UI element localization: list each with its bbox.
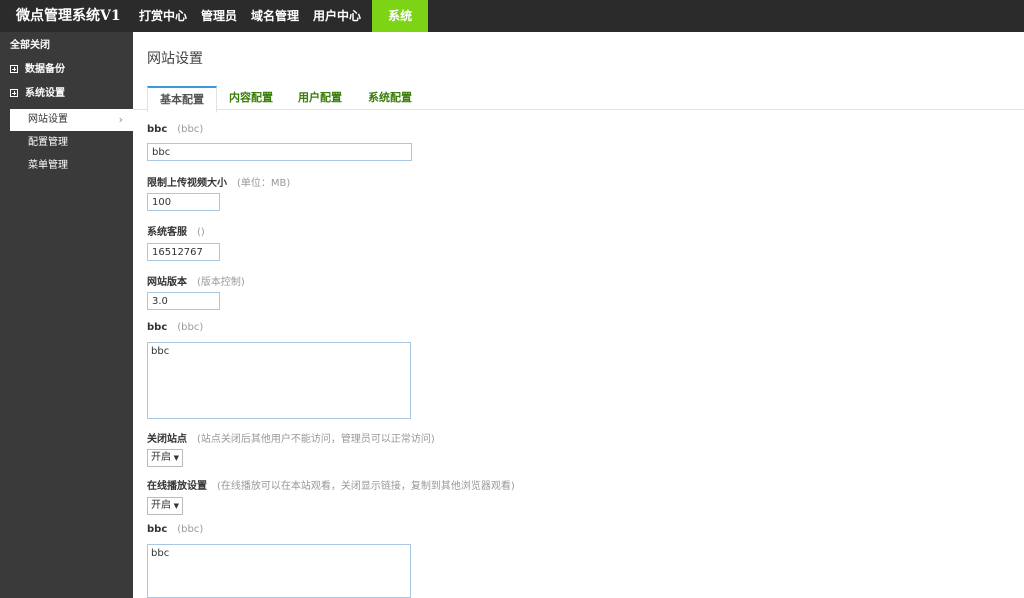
top-nav: 打赏中心 管理员 域名管理 用户中心 系统 bbox=[132, 0, 429, 32]
caret-down-icon: ▼ bbox=[173, 454, 179, 462]
online-play-select[interactable]: 开启 ▼ bbox=[147, 497, 183, 515]
bbc-input[interactable] bbox=[147, 143, 412, 161]
label-hint: (版本控制) bbox=[197, 277, 245, 288]
brand-title: 微点管理系统V1 bbox=[16, 8, 121, 24]
label-text: 限制上传视频大小 bbox=[147, 178, 227, 189]
sidebar-group-system-settings[interactable]: 系统设置 bbox=[0, 83, 133, 105]
label-hint: (bbc) bbox=[177, 124, 204, 135]
close-site-select[interactable]: 开启 ▼ bbox=[147, 449, 183, 467]
sidebar-group-label: 系统设置 bbox=[25, 88, 65, 99]
nav-item-reward-center[interactable]: 打赏中心 bbox=[132, 0, 194, 32]
label-hint: () bbox=[197, 227, 205, 238]
site-version-input[interactable] bbox=[147, 292, 220, 310]
field-label-upload-limit: 限制上传视频大小 (单位：MB) bbox=[147, 174, 290, 189]
label-text: bbc bbox=[147, 322, 168, 333]
label-hint: (单位：MB) bbox=[237, 178, 291, 189]
select-value: 开启 bbox=[151, 500, 171, 511]
label-text: bbc bbox=[147, 524, 168, 535]
sidebar-collapse-all[interactable]: 全部关闭 bbox=[0, 35, 133, 57]
page-title: 网站设置 bbox=[147, 51, 203, 67]
sidebar-item-menu-manage[interactable]: 菜单管理 bbox=[10, 155, 133, 177]
sidebar-group-label: 数据备份 bbox=[25, 64, 65, 75]
bbc-textarea[interactable]: bbc bbox=[147, 342, 411, 419]
nav-item-domain[interactable]: 域名管理 bbox=[244, 0, 306, 32]
tab-basic-config[interactable]: 基本配置 bbox=[147, 86, 217, 113]
label-text: 网站版本 bbox=[147, 277, 187, 288]
bbc-textarea-2[interactable]: bbc bbox=[147, 544, 411, 598]
top-bar: 微点管理系统V1 打赏中心 管理员 域名管理 用户中心 系统 bbox=[0, 0, 1024, 32]
customer-service-input[interactable] bbox=[147, 243, 220, 261]
tab-system-config[interactable]: 系统配置 bbox=[356, 86, 424, 110]
chevron-right-icon: › bbox=[118, 113, 123, 126]
caret-down-icon: ▼ bbox=[173, 502, 179, 510]
label-hint: (bbc) bbox=[177, 322, 204, 333]
sidebar-item-label: 菜单管理 bbox=[28, 160, 68, 171]
sidebar-item-site-settings[interactable]: 网站设置 › bbox=[10, 109, 133, 131]
sidebar: 全部关闭 数据备份 系统设置 网站设置 › 配置管理 菜单管理 bbox=[0, 32, 133, 598]
label-text: 在线播放设置 bbox=[147, 481, 207, 492]
nav-item-user-center[interactable]: 用户中心 bbox=[306, 0, 368, 32]
field-label-close-site: 关闭站点 (站点关闭后其他用户不能访问，管理员可以正常访问) bbox=[147, 430, 435, 445]
nav-item-system[interactable]: 系统 bbox=[372, 0, 429, 32]
field-label-online-play: 在线播放设置 (在线播放可以在本站观看，关闭显示链接，复制到其他浏览器观看) bbox=[147, 477, 515, 492]
label-text: 系统客服 bbox=[147, 227, 187, 238]
label-hint: (在线播放可以在本站观看，关闭显示链接，复制到其他浏览器观看) bbox=[217, 481, 515, 492]
sidebar-item-config-manage[interactable]: 配置管理 bbox=[10, 132, 133, 154]
expand-icon bbox=[10, 65, 18, 73]
field-label-bbc: bbc (bbc) bbox=[147, 124, 203, 135]
label-hint: (bbc) bbox=[177, 524, 204, 535]
main-content: 网站设置 基本配置 内容配置 用户配置 系统配置 bbc (bbc) 限制上传视频… bbox=[133, 32, 1024, 598]
expand-icon bbox=[10, 89, 18, 97]
tab-user-config[interactable]: 用户配置 bbox=[286, 86, 354, 110]
label-text: bbc bbox=[147, 124, 168, 135]
tab-content-config[interactable]: 内容配置 bbox=[217, 86, 285, 110]
field-label-customer-service: 系统客服 () bbox=[147, 223, 205, 238]
field-label-site-version: 网站版本 (版本控制) bbox=[147, 273, 245, 288]
sidebar-group-backup[interactable]: 数据备份 bbox=[0, 59, 133, 81]
sidebar-item-label: 配置管理 bbox=[28, 137, 68, 148]
nav-item-admin[interactable]: 管理员 bbox=[194, 0, 244, 32]
sidebar-item-label: 网站设置 bbox=[28, 114, 68, 125]
field-label-bbc-3: bbc (bbc) bbox=[147, 524, 203, 535]
upload-size-input[interactable] bbox=[147, 193, 220, 211]
label-text: 关闭站点 bbox=[147, 434, 187, 445]
select-value: 开启 bbox=[151, 452, 171, 463]
label-hint: (站点关闭后其他用户不能访问，管理员可以正常访问) bbox=[197, 434, 435, 445]
field-label-bbc-2: bbc (bbc) bbox=[147, 322, 203, 333]
